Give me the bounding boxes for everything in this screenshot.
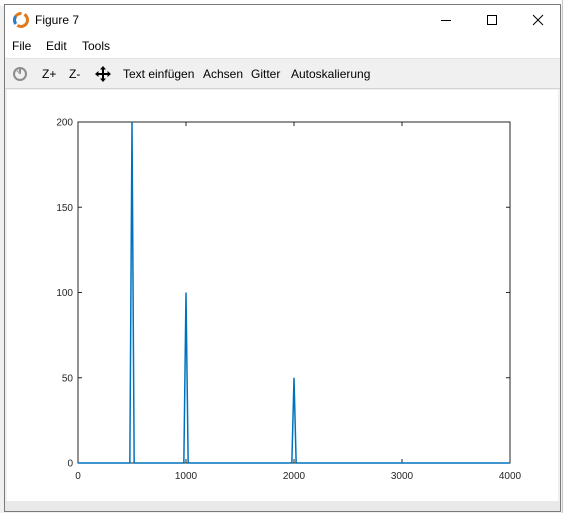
figure-toolbar: Z+ Z- Text einfügen Achsen Gitter Autosk… [5,58,560,89]
menu-bar: File Edit Tools [5,35,560,58]
x-tick-label: 1000 [175,471,198,482]
y-tick-label: 100 [56,288,73,299]
axes-button[interactable]: Achsen [203,67,243,81]
insert-text-button[interactable]: Text einfügen [123,67,194,81]
x-tick-label: 0 [75,471,81,482]
rotate-icon[interactable] [12,66,28,82]
y-tick-label: 150 [56,203,73,214]
axes-box [77,121,511,464]
menu-edit[interactable]: Edit [46,39,67,53]
x-tick-label: 2000 [283,471,306,482]
maximize-button[interactable] [469,5,515,35]
figure-canvas[interactable]: 0 1000 2000 3000 4000 0 50 100 150 200 [7,90,558,501]
status-bar [5,501,560,511]
menu-tools[interactable]: Tools [82,39,110,53]
x-tick-label: 3000 [391,471,414,482]
autoscale-button[interactable]: Autoskalierung [291,67,370,81]
close-icon [532,14,544,26]
maximize-icon [487,15,497,25]
zoom-out-button[interactable]: Z- [69,67,80,81]
octave-logo-icon [13,12,29,28]
y-tick-label: 0 [67,459,73,470]
grid-button[interactable]: Gitter [251,67,280,81]
x-tick-label: 4000 [499,471,522,482]
title-bar[interactable]: Figure 7 [5,5,560,35]
y-tick-label: 200 [56,118,73,129]
close-button[interactable] [515,5,561,35]
background-editor-strip-bottom [0,513,568,530]
minimize-icon [441,20,451,21]
pan-icon[interactable] [94,65,112,83]
background-editor-edge [562,0,568,530]
plot-area[interactable]: 0 1000 2000 3000 4000 0 50 100 150 200 [7,90,558,501]
window-title: Figure 7 [35,13,80,27]
menu-file[interactable]: File [12,39,31,53]
figure-window: Figure 7 File Edit Tools Z+ Z- Text einf… [4,4,561,512]
minimize-button[interactable] [423,5,469,35]
zoom-in-button[interactable]: Z+ [42,67,56,81]
y-tick-label: 50 [62,373,74,384]
